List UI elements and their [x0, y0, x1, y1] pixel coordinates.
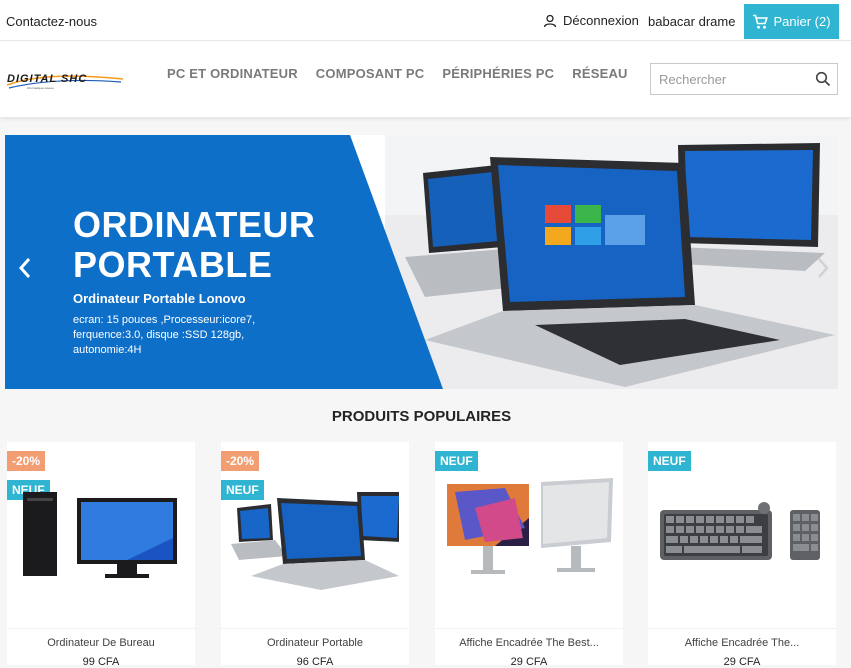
new-badge: NEUF: [435, 451, 478, 471]
slider-next-button[interactable]: [813, 255, 833, 288]
main-header: DIGITAL SHC informatique reseau PC ET OR…: [0, 41, 851, 117]
search-icon[interactable]: [815, 71, 831, 87]
discount-badge: -20%: [7, 451, 46, 471]
card-divider: [221, 628, 409, 629]
cart-button[interactable]: Panier (2): [744, 4, 839, 39]
cart-icon: [753, 14, 769, 29]
svg-text:DIGITAL SHC: DIGITAL SHC: [7, 73, 87, 85]
slide-title: ORDINATEUR PORTABLE: [73, 205, 315, 285]
product-name[interactable]: Ordinateur De Bureau: [7, 637, 195, 649]
slide-title-line2: PORTABLE: [73, 244, 273, 285]
card-divider: [435, 628, 623, 629]
nav-peripheries-pc[interactable]: PÉRIPHÉRIES PC: [442, 66, 554, 81]
discount-badge: -20%: [221, 451, 260, 471]
slide-subtitle: Ordinateur Portable Lonovo: [73, 291, 246, 306]
contact-link[interactable]: Contactez-nous: [6, 14, 97, 29]
nav-pc-ordinateur[interactable]: PC ET ORDINATEUR: [167, 66, 298, 81]
slide-title-line1: ORDINATEUR: [73, 204, 316, 245]
laptop-product-image: [231, 492, 399, 590]
chevron-left-icon: [18, 258, 31, 278]
logout-label: Déconnexion: [563, 13, 639, 28]
slider-prev-button[interactable]: [15, 255, 35, 288]
product-card[interactable]: NEUF Affiche Encadrée The... 29 CFA: [648, 442, 836, 668]
product-name[interactable]: Ordinateur Portable: [221, 637, 409, 649]
product-card[interactable]: NEUF Affiche Encadrée The Best... 29 CFA: [435, 442, 623, 668]
site-logo[interactable]: DIGITAL SHC informatique reseau: [5, 69, 125, 91]
svg-text:informatique reseau: informatique reseau: [27, 86, 54, 90]
desktop-computer-image: [23, 492, 177, 578]
account-link[interactable]: babacar drame: [648, 14, 735, 29]
product-name[interactable]: Affiche Encadrée The...: [648, 637, 836, 649]
slide-description: ecran: 15 pouces ,Processeur:icore7, fer…: [73, 314, 256, 356]
search-input[interactable]: [651, 64, 801, 94]
product-price: 29 CFA: [723, 656, 761, 668]
product-card[interactable]: -20% NEUF Ordinateur Portable 96 CFA: [221, 442, 409, 668]
product-price: 99 CFA: [82, 656, 120, 668]
card-divider: [648, 628, 836, 629]
laptop-image: [385, 135, 838, 389]
user-icon: [543, 14, 557, 27]
main-nav: PC ET ORDINATEUR COMPOSANT PC PÉRIPHÉRIE…: [167, 66, 628, 81]
product-price: 29 CFA: [510, 656, 548, 668]
product-price: 96 CFA: [296, 656, 334, 668]
chevron-right-icon: [818, 258, 829, 278]
nav-composant-pc[interactable]: COMPOSANT PC: [316, 66, 425, 81]
top-bar: Contactez-nous Déconnexion babacar drame…: [0, 0, 851, 41]
cart-label: Panier (2): [773, 14, 831, 29]
product-name[interactable]: Affiche Encadrée The Best...: [435, 637, 623, 649]
section-title: PRODUITS POPULAIRES: [331, 408, 512, 425]
new-badge: NEUF: [648, 451, 691, 471]
card-divider: [7, 628, 195, 629]
monitor-product-image: [447, 478, 613, 574]
search-box: [650, 63, 838, 95]
logout-link[interactable]: Déconnexion: [543, 13, 639, 28]
product-card[interactable]: -20% NEUF Ordinateur De Bureau 99 CFA: [7, 442, 195, 668]
nav-reseau[interactable]: RÉSEAU: [572, 66, 627, 81]
hero-slider: ORDINATEUR PORTABLE Ordinateur Portable …: [5, 135, 838, 389]
keyboard-product-image: [660, 502, 820, 560]
